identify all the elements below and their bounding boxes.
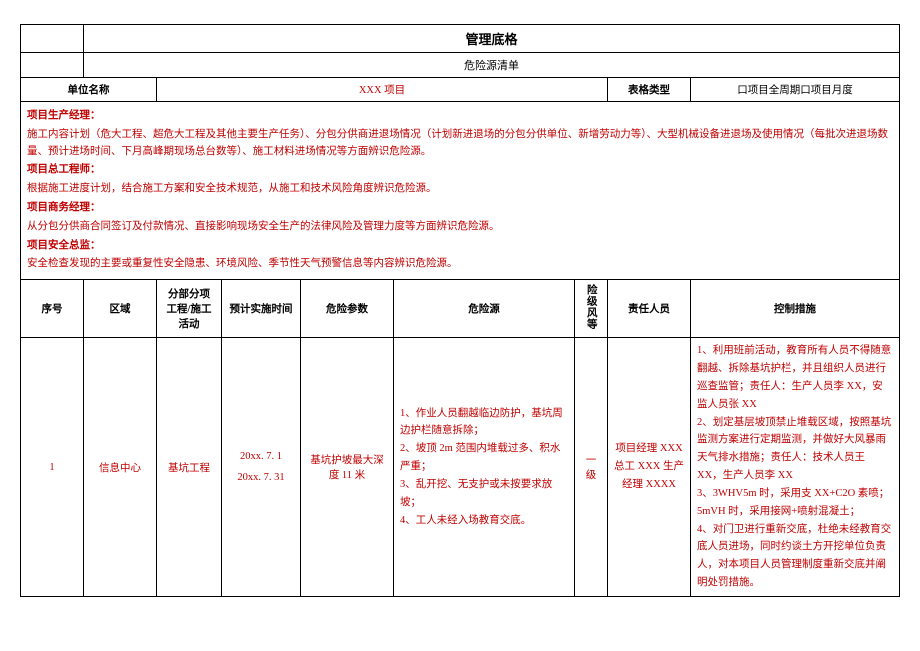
col-time: 预计实施时间 (222, 280, 301, 338)
chief-eng-title: 项目总工程师： (27, 164, 101, 175)
row1-time: 20xx. 7. 1 20xx. 7. 31 (222, 338, 301, 597)
col-control: 控制措施 (691, 280, 900, 338)
subtitle-left-empty (21, 53, 84, 78)
row1-control: 1、利用班前活动，教育所有人员不得随意翻越、拆除基坑护栏，并且组织人员进行巡查监… (691, 338, 900, 597)
subtitle: 危险源清单 (84, 53, 900, 78)
prod-mgr-body: 施工内容计划（危大工程、超危大工程及其他主要生产任务）、分包分供商进退场情况（计… (27, 127, 893, 161)
col-param: 危险参数 (301, 280, 394, 338)
chief-eng-body: 根据施工进度计划，结合施工方案和安全技术规范，从施工和技术风险角度辨识危险源。 (27, 181, 893, 198)
row1-source: 1、作业人员翻越临边防护，基坑周边护栏随意拆除； 2、坡顶 2m 范围内堆载过多… (394, 338, 575, 597)
prod-mgr-title: 项目生产经理： (27, 110, 101, 121)
row1-seq: 1 (21, 338, 84, 597)
type-value: 口项目全周期口项目月度 (691, 78, 900, 102)
unit-label: 单位名称 (21, 78, 157, 102)
row1-time2: 20xx. 7. 31 (228, 472, 294, 483)
type-label: 表格类型 (608, 78, 691, 102)
row1-grade: 一级 (575, 338, 608, 597)
unit-value: XXX 项目 (157, 78, 608, 102)
col-activity: 分部分项工程/施工活动 (157, 280, 222, 338)
col-area: 区域 (84, 280, 157, 338)
row1-area: 信息中心 (84, 338, 157, 597)
col-seq: 序号 (21, 280, 84, 338)
row1-responsible: 项目经理 XXX 总工 XXX 生产经理 XXXX (608, 338, 691, 597)
main-title: 管理底格 (84, 25, 900, 53)
col-grade-label: 险级风等 (585, 284, 597, 330)
title-left-empty (21, 25, 84, 53)
biz-mgr-body: 从分包分供商合同签订及付款情况、直接影响现场安全生产的法律风险及管理力度等方面辨… (27, 219, 893, 236)
row1-activity: 基坑工程 (157, 338, 222, 597)
row1-param: 基坑护坡最大深度 11 米 (301, 338, 394, 597)
outer-table: 管理底格 危险源清单 单位名称 XXX 项目 表格类型 口项目全周期口项目月度 … (20, 24, 900, 597)
safety-title: 项目安全总监： (27, 240, 101, 251)
col-responsible: 责任人员 (608, 280, 691, 338)
row1-time1: 20xx. 7. 1 (228, 451, 294, 462)
safety-body: 安全检查发现的主要或重复性安全隐患、环境风险、季节性天气预警信息等内容辨识危险源… (27, 256, 893, 273)
col-source: 危险源 (394, 280, 575, 338)
roles-block: 项目生产经理： 施工内容计划（危大工程、超危大工程及其他主要生产任务）、分包分供… (21, 102, 900, 280)
col-grade: 险级风等 (575, 280, 608, 338)
biz-mgr-title: 项目商务经理： (27, 202, 101, 213)
